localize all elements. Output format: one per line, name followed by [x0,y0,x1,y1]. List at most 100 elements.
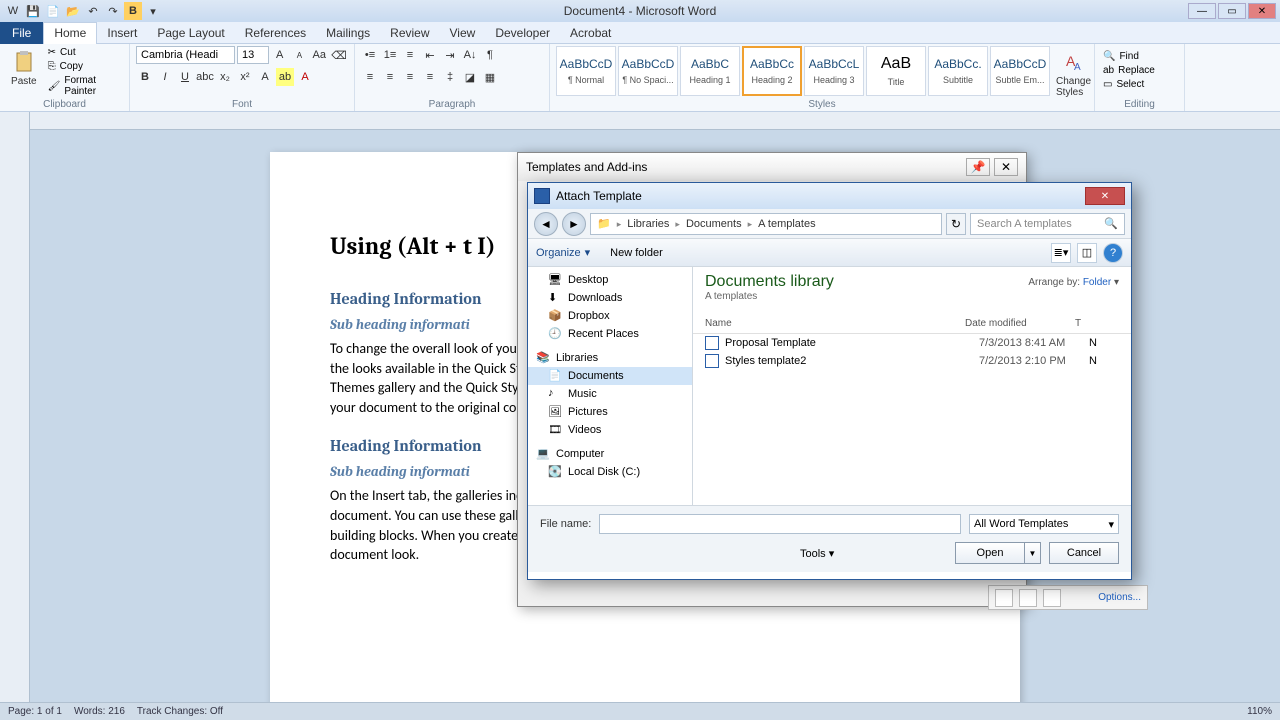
outdent-icon[interactable]: ⇤ [421,46,439,64]
templates-close-button[interactable]: ✕ [994,158,1018,176]
tree-music[interactable]: ♪Music [528,385,692,403]
file-row[interactable]: Proposal Template7/3/2013 8:41 AMN [693,334,1131,352]
tree-pictures[interactable]: 🖼Pictures [528,403,692,421]
show-marks-icon[interactable]: ¶ [481,46,499,64]
strikethrough-button[interactable]: abc [196,68,214,86]
tree-videos[interactable]: 🎞Videos [528,421,692,439]
paste-button[interactable]: Paste [6,46,42,87]
cut-button[interactable]: ✂Cut [46,46,123,59]
superscript-button[interactable]: x² [236,68,254,86]
tools-dropdown[interactable]: Tools ▾ [540,547,834,560]
word-icon[interactable]: W [4,2,22,20]
style-subtitle[interactable]: AaBbCc.Subtitle [928,46,988,96]
align-right-icon[interactable]: ≡ [401,68,419,86]
style-heading-3[interactable]: AaBbCcLHeading 3 [804,46,864,96]
tree-documents[interactable]: 📄Documents [528,367,692,385]
status-zoom[interactable]: 110% [1247,706,1272,717]
subscript-button[interactable]: x₂ [216,68,234,86]
tab-references[interactable]: References [235,22,316,44]
nav-tree[interactable]: 🖥Desktop ⬇Downloads 📦Dropbox 🕘Recent Pla… [528,267,693,505]
replace-button[interactable]: abReplace [1101,64,1178,77]
style-heading-1[interactable]: AaBbCHeading 1 [680,46,740,96]
shading-icon[interactable]: ◪ [461,68,479,86]
new-icon[interactable]: 📄 [44,2,62,20]
font-name-combo[interactable]: Cambria (Headi [136,46,235,64]
change-styles-button[interactable]: AA Change Styles [1056,46,1091,98]
opt-btn-2[interactable] [1019,589,1037,607]
status-words[interactable]: Words: 216 [74,706,125,717]
filename-input[interactable] [599,514,961,534]
tab-page-layout[interactable]: Page Layout [147,22,234,44]
close-button[interactable]: ✕ [1248,3,1276,19]
attach-dialog-titlebar[interactable]: Attach Template ✕ [528,183,1131,209]
tab-home[interactable]: Home [43,22,97,44]
qat-more-icon[interactable]: ▾ [144,2,162,20]
style-subtle-em---[interactable]: AaBbCcDSubtle Em... [990,46,1050,96]
align-center-icon[interactable]: ≡ [381,68,399,86]
select-button[interactable]: ▭Select [1101,78,1178,91]
organize-button[interactable]: Organize ▾ [536,246,590,259]
tree-libraries[interactable]: 📚Libraries [528,349,692,367]
arrange-by[interactable]: Arrange by: Folder ▾ [1028,277,1119,288]
tree-desktop[interactable]: 🖥Desktop [528,271,692,289]
crumb-libraries[interactable]: Libraries [627,218,669,230]
view-mode-icon[interactable]: ≣▾ [1051,243,1071,263]
change-case-icon[interactable]: Aa [310,46,328,64]
attach-close-button[interactable]: ✕ [1085,187,1125,205]
vertical-ruler[interactable] [0,112,30,710]
col-name[interactable]: Name [705,318,965,329]
minimize-button[interactable]: — [1188,3,1216,19]
tree-computer[interactable]: 💻Computer [528,445,692,463]
indent-icon[interactable]: ⇥ [441,46,459,64]
grow-font-icon[interactable]: A [271,46,289,64]
align-left-icon[interactable]: ≡ [361,68,379,86]
style-title[interactable]: AaBTitle [866,46,926,96]
search-input[interactable]: Search A templates 🔍 [970,213,1125,235]
back-button[interactable]: ◄ [534,212,558,236]
open-split-arrow[interactable]: ▼ [1025,542,1041,564]
underline-button[interactable]: U [176,68,194,86]
opt-btn-3[interactable] [1043,589,1061,607]
help-icon[interactable]: ? [1103,243,1123,263]
refresh-icon[interactable]: ↻ [946,213,966,235]
style-heading-2[interactable]: AaBbCcHeading 2 [742,46,802,96]
style---no-spaci---[interactable]: AaBbCcD¶ No Spaci... [618,46,678,96]
tree-recent[interactable]: 🕘Recent Places [528,325,692,343]
borders-icon[interactable]: ▦ [481,68,499,86]
templates-dialog-titlebar[interactable]: Templates and Add-ins 📌 ✕ [518,153,1026,181]
bullets-icon[interactable]: •≡ [361,46,379,64]
multilevel-icon[interactable]: ≡ [401,46,419,64]
justify-icon[interactable]: ≡ [421,68,439,86]
clear-format-icon[interactable]: ⌫ [330,46,348,64]
tab-mailings[interactable]: Mailings [316,22,380,44]
new-folder-button[interactable]: New folder [610,247,663,259]
file-row[interactable]: Styles template27/2/2013 2:10 PMN [693,352,1131,370]
bold-qat-icon[interactable]: B [124,2,142,20]
column-headers[interactable]: Name Date modified T [693,314,1131,334]
cancel-button[interactable]: Cancel [1049,542,1119,564]
address-bar[interactable]: 📁 Libraries Documents A templates [590,213,942,235]
text-effects-icon[interactable]: A [256,68,274,86]
tab-review[interactable]: Review [380,22,439,44]
horizontal-ruler[interactable] [30,112,1280,130]
shrink-font-icon[interactable]: A [291,46,309,64]
font-color-button[interactable]: A [296,68,314,86]
crumb-atemplates[interactable]: A templates [758,218,815,230]
col-type[interactable]: T [1075,318,1081,329]
numbering-icon[interactable]: 1≡ [381,46,399,64]
options-link[interactable]: Options... [1098,592,1141,603]
opt-btn-1[interactable] [995,589,1013,607]
status-page[interactable]: Page: 1 of 1 [8,706,62,717]
redo-icon[interactable]: ↷ [104,2,122,20]
line-spacing-icon[interactable]: ‡ [441,68,459,86]
tree-local-disk[interactable]: 💽Local Disk (C:) [528,463,692,481]
file-type-filter[interactable]: All Word Templates▾ [969,514,1119,534]
maximize-button[interactable]: ▭ [1218,3,1246,19]
tab-file[interactable]: File [0,22,43,44]
highlight-button[interactable]: ab [276,68,294,86]
undo-icon[interactable]: ↶ [84,2,102,20]
copy-button[interactable]: ⎘Copy [46,60,123,73]
forward-button[interactable]: ► [562,212,586,236]
find-button[interactable]: 🔍Find [1101,50,1178,63]
open-icon[interactable]: 📂 [64,2,82,20]
